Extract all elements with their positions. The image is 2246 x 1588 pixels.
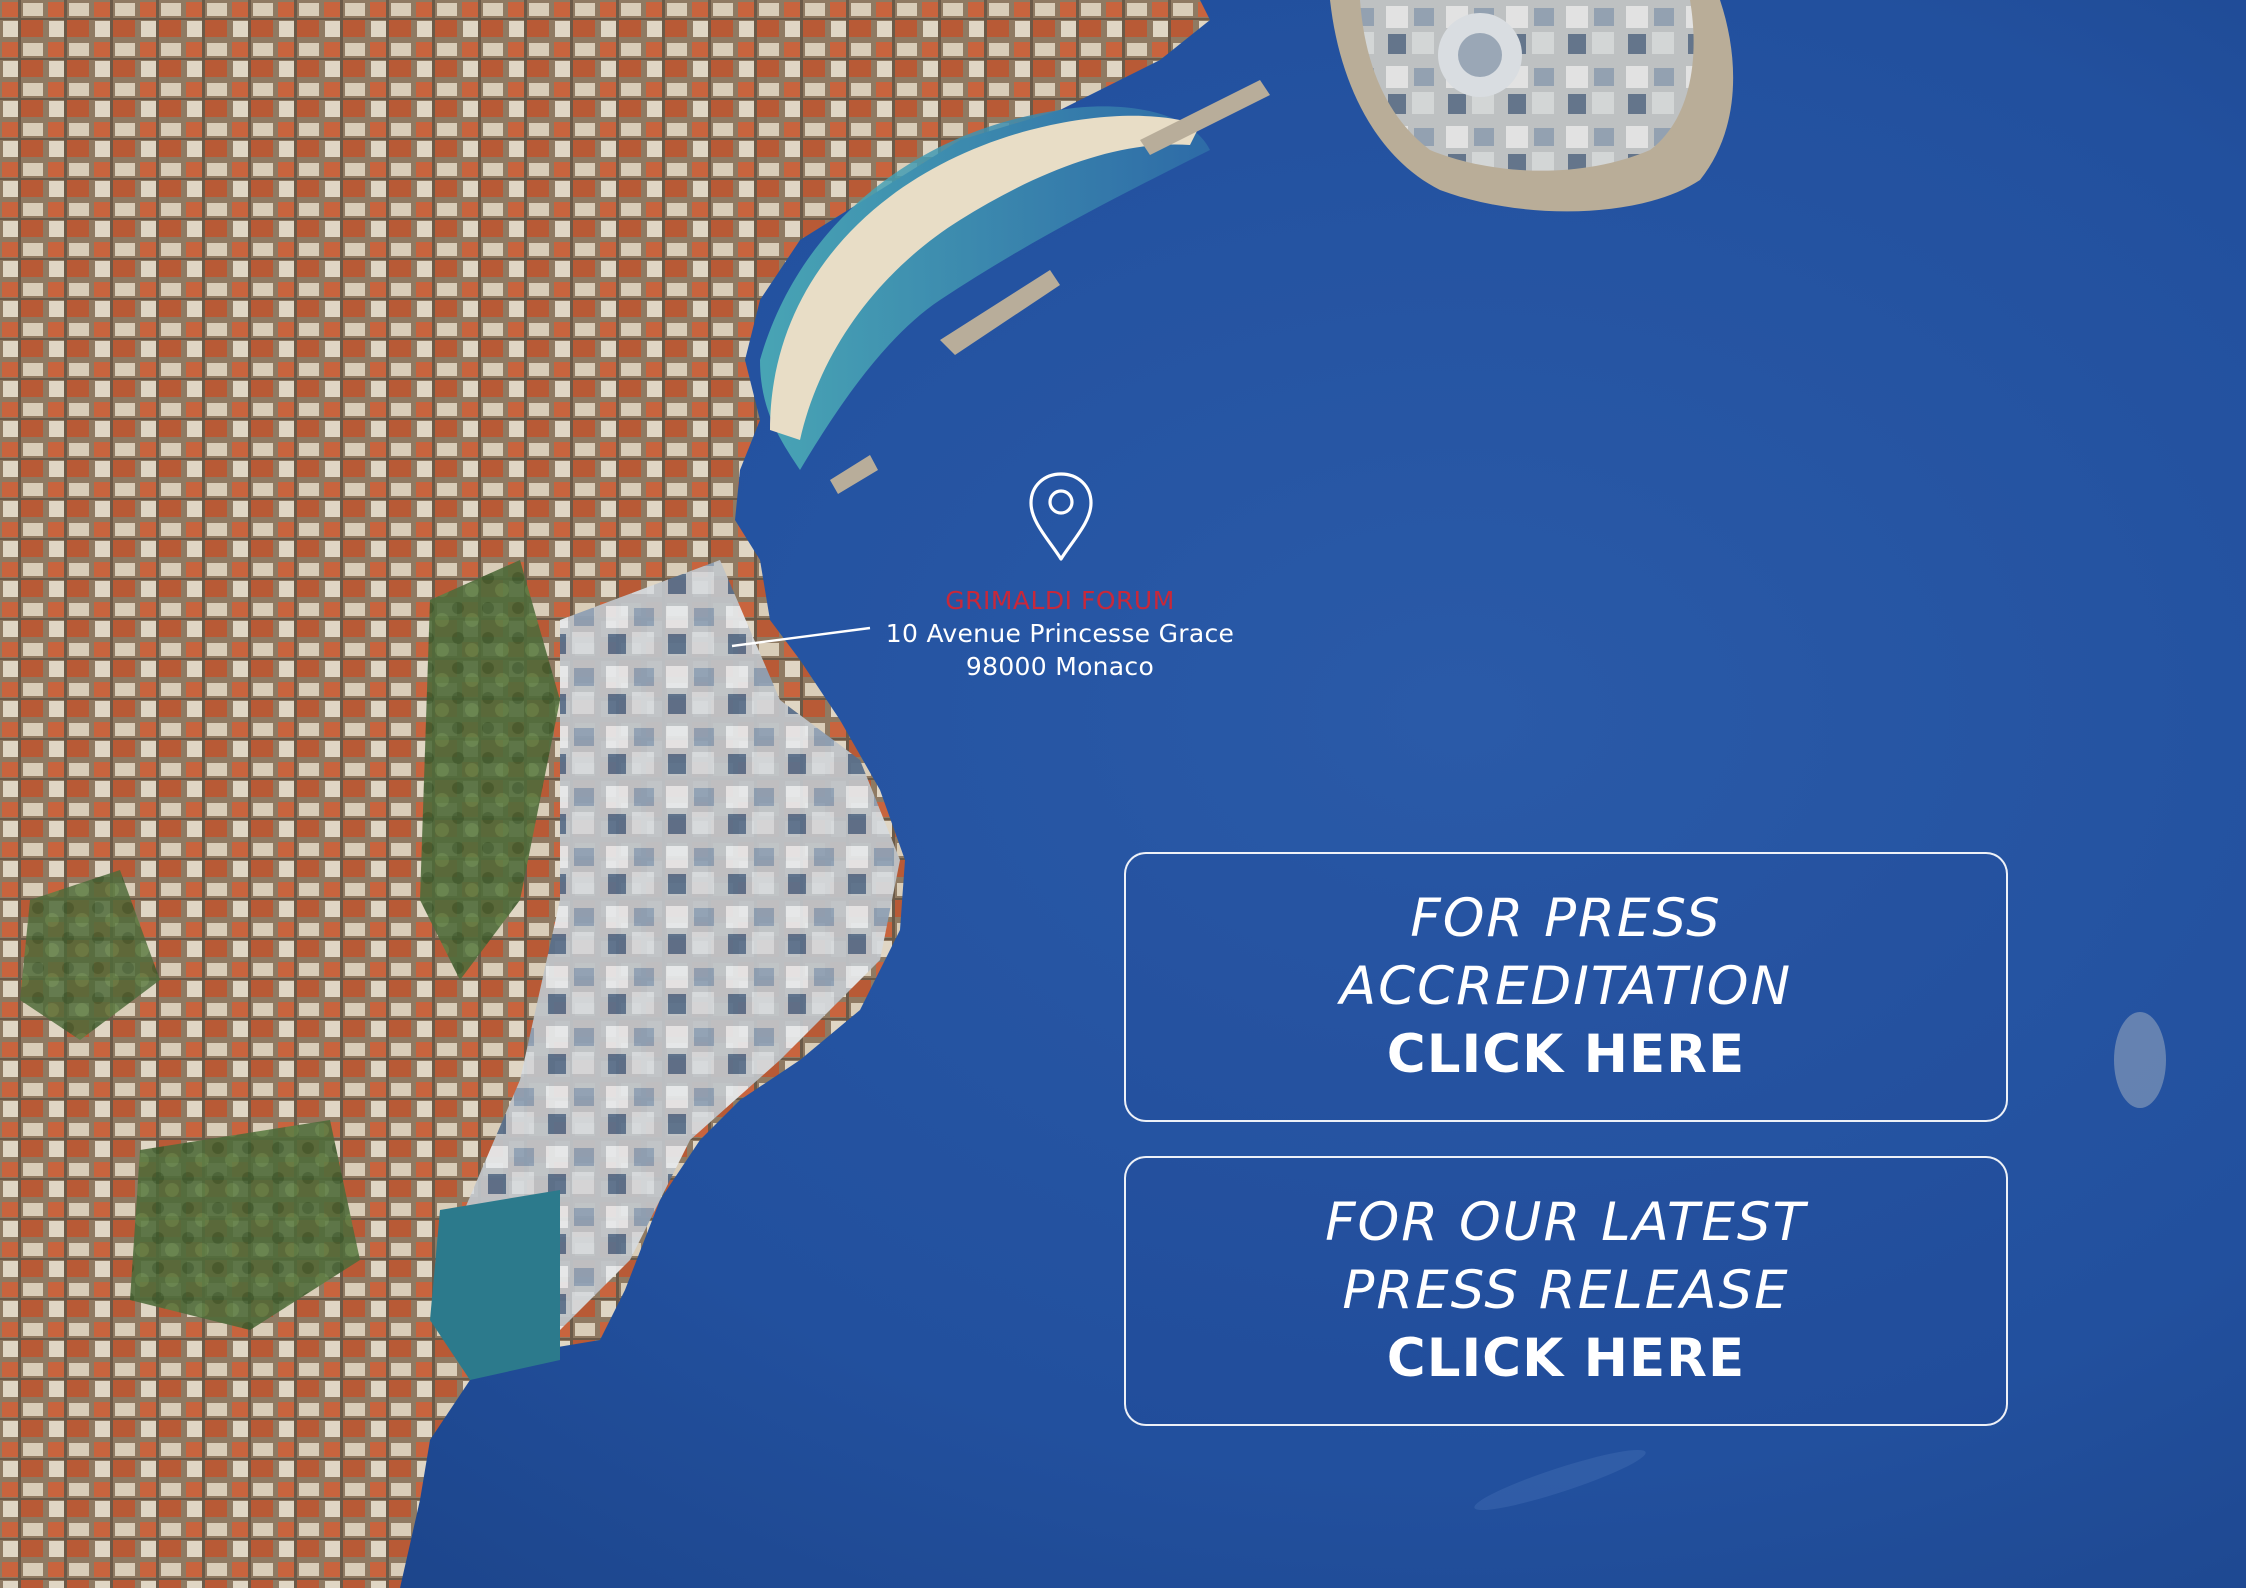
press-release-line1: FOR OUR LATEST <box>1325 1192 1807 1253</box>
press-release-line2: PRESS RELEASE <box>1342 1260 1790 1321</box>
press-accreditation-click-here: CLICK HERE <box>1386 1024 1746 1085</box>
venue-name: GRIMALDI FORUM <box>945 586 1175 615</box>
press-release-click-here: CLICK HERE <box>1386 1328 1746 1389</box>
address-line-street: 10 Avenue Princesse Grace <box>885 619 1235 648</box>
press-accreditation-line1: FOR PRESS <box>1410 888 1722 949</box>
address-line-city: 98000 Monaco <box>965 652 1155 681</box>
press-accreditation-line2: ACCREDITATION <box>1339 956 1793 1017</box>
latest-press-release-button[interactable]: FOR OUR LATEST PRESS RELEASE CLICK HERE <box>1124 1156 2008 1426</box>
address-leader-line <box>730 626 872 648</box>
press-accreditation-button[interactable]: FOR PRESS ACCREDITATION CLICK HERE <box>1124 852 2008 1122</box>
location-pin-icon <box>1025 470 1097 562</box>
venue-address-block: GRIMALDI FORUM 10 Avenue Princesse Grace… <box>860 584 1260 683</box>
